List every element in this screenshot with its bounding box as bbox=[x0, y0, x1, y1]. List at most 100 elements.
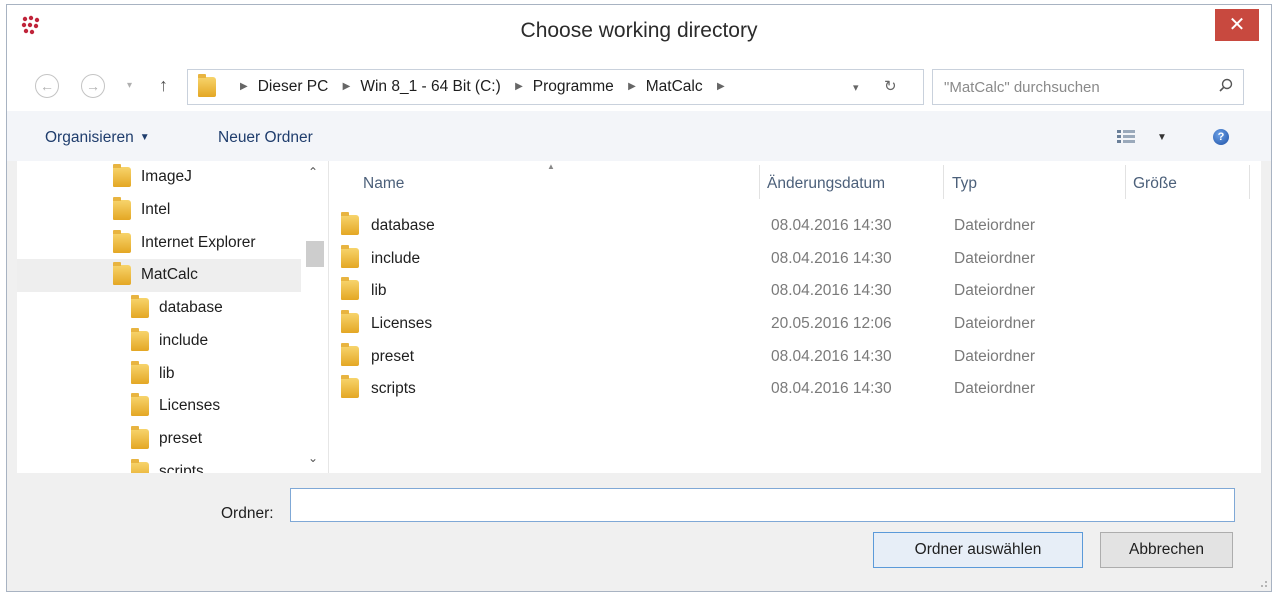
file-name: include bbox=[341, 245, 421, 268]
tree-item[interactable]: scripts bbox=[17, 456, 301, 473]
folder-icon bbox=[131, 459, 149, 473]
chevron-down-icon[interactable]: ⌄ bbox=[308, 451, 318, 465]
breadcrumb-item[interactable]: Dieser PC bbox=[258, 78, 329, 95]
refresh-icon[interactable]: ↻ bbox=[884, 77, 897, 95]
column-divider[interactable] bbox=[1249, 165, 1250, 199]
folder-icon bbox=[113, 197, 131, 220]
tree-item-label: scripts bbox=[159, 463, 204, 473]
column-header-type[interactable]: Typ bbox=[952, 175, 977, 193]
file-name-text: lib bbox=[371, 282, 387, 299]
address-bar[interactable]: ▶ Dieser PC ▶ Win 8_1 - 64 Bit (C:) ▶ Progr… bbox=[187, 69, 924, 105]
tree-item-selected[interactable]: MatCalc bbox=[17, 259, 301, 292]
navigation-tree: ImageJ Intel Internet Explorer MatCalc d… bbox=[17, 161, 329, 473]
file-name: lib bbox=[341, 277, 387, 300]
breadcrumb-separator-icon: ▶ bbox=[515, 81, 523, 93]
chevron-up-icon[interactable]: ⌃ bbox=[308, 165, 318, 179]
forward-button[interactable]: → bbox=[81, 74, 105, 98]
tree-item[interactable]: preset bbox=[17, 423, 301, 456]
select-folder-button[interactable]: Ordner auswählen bbox=[873, 532, 1083, 568]
tree-item[interactable]: lib bbox=[17, 358, 301, 391]
breadcrumb-separator-icon: ▶ bbox=[628, 81, 636, 93]
scrollbar-thumb[interactable] bbox=[306, 241, 324, 267]
tree-item[interactable]: ImageJ bbox=[17, 161, 301, 194]
table-row[interactable]: preset 08.04.2016 14:30 Dateiordner bbox=[337, 342, 1261, 375]
command-bar: Organisieren ▼ Neuer Ordner ▼ ? bbox=[7, 111, 1271, 161]
breadcrumb-item[interactable]: Win 8_1 - 64 Bit (C:) bbox=[360, 78, 500, 95]
folder-icon bbox=[341, 245, 359, 268]
tree-item-label: MatCalc bbox=[141, 266, 198, 284]
folder-icon bbox=[131, 426, 149, 449]
breadcrumb: ▶ Dieser PC ▶ Win 8_1 - 64 Bit (C:) ▶ Progr… bbox=[230, 78, 735, 96]
table-row[interactable]: Licenses 20.05.2016 12:06 Dateiordner bbox=[337, 309, 1261, 342]
search-placeholder: "MatCalc" durchsuchen bbox=[944, 79, 1100, 96]
file-type: Dateiordner bbox=[954, 217, 1035, 234]
column-header-size[interactable]: Größe bbox=[1133, 175, 1177, 193]
close-button[interactable]: ✕ bbox=[1215, 9, 1259, 41]
address-history-dropdown-icon[interactable]: ▾ bbox=[853, 81, 859, 94]
file-name-text: include bbox=[371, 250, 421, 267]
folder-icon bbox=[341, 277, 359, 300]
view-options-icon[interactable] bbox=[1117, 130, 1135, 144]
file-date: 08.04.2016 14:30 bbox=[771, 250, 892, 267]
folder-icon bbox=[131, 328, 149, 351]
back-arrow-icon: ← bbox=[40, 78, 54, 94]
file-date: 20.05.2016 12:06 bbox=[771, 315, 892, 332]
folder-icon bbox=[341, 343, 359, 366]
file-type: Dateiordner bbox=[954, 282, 1035, 299]
table-row[interactable]: scripts 08.04.2016 14:30 Dateiordner bbox=[337, 374, 1261, 407]
folder-icon bbox=[113, 230, 131, 253]
breadcrumb-separator-icon[interactable]: ▶ bbox=[717, 81, 725, 92]
tree-item-label: ImageJ bbox=[141, 168, 192, 186]
file-type: Dateiordner bbox=[954, 380, 1035, 397]
resize-grip-icon[interactable] bbox=[1256, 576, 1268, 588]
file-name: scripts bbox=[341, 375, 416, 398]
file-date: 08.04.2016 14:30 bbox=[771, 348, 892, 365]
tree-item-label: Internet Explorer bbox=[141, 234, 256, 252]
tree-item[interactable]: Licenses bbox=[17, 390, 301, 423]
dialog-window: Choose working directory ✕ ← → ▾ ↑ ▶ Dies… bbox=[6, 4, 1272, 592]
search-input[interactable]: "MatCalc" durchsuchen bbox=[932, 69, 1244, 105]
folder-icon bbox=[341, 375, 359, 398]
column-divider[interactable] bbox=[943, 165, 944, 199]
help-icon[interactable]: ? bbox=[1213, 129, 1229, 145]
back-button[interactable]: ← bbox=[35, 74, 59, 98]
file-name-text: database bbox=[371, 217, 435, 234]
search-icon[interactable] bbox=[1219, 78, 1233, 92]
table-row[interactable]: database 08.04.2016 14:30 Dateiordner bbox=[337, 211, 1261, 244]
tree-item[interactable]: database bbox=[17, 292, 301, 325]
tree-item-label: database bbox=[159, 299, 223, 317]
folder-icon bbox=[113, 164, 131, 187]
forward-arrow-icon: → bbox=[86, 78, 100, 94]
folder-icon bbox=[113, 262, 131, 285]
up-arrow-icon[interactable]: ↑ bbox=[159, 75, 168, 96]
column-header-name[interactable]: Name bbox=[363, 175, 404, 193]
table-row[interactable]: lib 08.04.2016 14:30 Dateiordner bbox=[337, 276, 1261, 309]
folder-icon bbox=[131, 361, 149, 384]
tree-item-label: preset bbox=[159, 430, 203, 448]
breadcrumb-item[interactable]: MatCalc bbox=[646, 78, 703, 95]
tree-item-label: Intel bbox=[141, 201, 171, 219]
column-header-date[interactable]: Änderungsdatum bbox=[767, 175, 885, 193]
column-divider[interactable] bbox=[1125, 165, 1126, 199]
folder-label: Ordner: bbox=[221, 505, 274, 522]
table-row[interactable]: include 08.04.2016 14:30 Dateiordner bbox=[337, 244, 1261, 277]
file-name: Licenses bbox=[341, 310, 432, 333]
view-dropdown-icon[interactable]: ▼ bbox=[1157, 132, 1167, 143]
tree-item-label: include bbox=[159, 332, 209, 350]
folder-icon bbox=[198, 74, 216, 97]
recent-locations-dropdown-icon[interactable]: ▾ bbox=[127, 80, 132, 91]
tree-item-label: lib bbox=[159, 365, 175, 383]
folder-name-input[interactable] bbox=[290, 488, 1235, 522]
file-name-text: preset bbox=[371, 348, 415, 365]
tree-scrollbar[interactable]: ⌃ ⌄ bbox=[304, 161, 324, 473]
tree-item[interactable]: include bbox=[17, 325, 301, 358]
cancel-button[interactable]: Abbrechen bbox=[1100, 532, 1233, 568]
column-divider[interactable] bbox=[759, 165, 760, 199]
tree-item[interactable]: Internet Explorer bbox=[17, 227, 301, 260]
file-name: database bbox=[341, 212, 435, 235]
organize-menu-button[interactable]: Organisieren ▼ bbox=[45, 129, 150, 147]
tree-item[interactable]: Intel bbox=[17, 194, 301, 227]
file-type: Dateiordner bbox=[954, 315, 1035, 332]
breadcrumb-item[interactable]: Programme bbox=[533, 78, 614, 95]
new-folder-button[interactable]: Neuer Ordner bbox=[218, 129, 313, 147]
